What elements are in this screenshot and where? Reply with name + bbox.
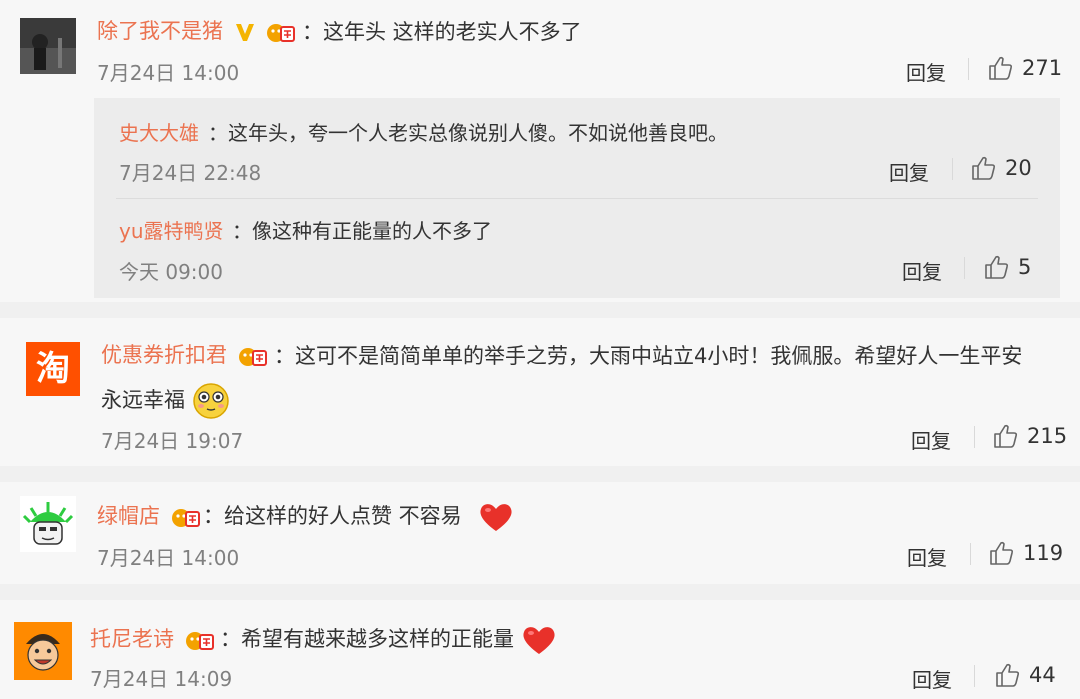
reply-button[interactable]: 回复 — [889, 157, 929, 186]
reply-time: 7月24日 22:48 — [119, 161, 262, 185]
like-count: 215 — [1027, 424, 1068, 448]
thumbs-up-icon — [985, 255, 1009, 279]
like-count: 20 — [1005, 156, 1032, 180]
username[interactable]: 除了我不是猪 — [97, 15, 296, 45]
reply-username[interactable]: 史大大雄 — [119, 117, 199, 146]
reply-divider — [116, 198, 1038, 199]
comment-text: ：希望有越来越多这样的正能量 — [220, 623, 557, 656]
member-badge-icon — [185, 632, 214, 650]
avatar[interactable]: 淘 — [26, 342, 80, 396]
comment-text: ：给这样的好人点赞 不容易 — [203, 500, 514, 533]
reply-button[interactable]: 回复 — [907, 542, 947, 571]
reply-text: ：像这种有正能量的人不多了 — [232, 219, 492, 243]
username[interactable]: 绿帽店 — [97, 500, 201, 530]
like-button[interactable]: 119 — [989, 540, 1063, 566]
comment-text: ：这年头 这样的老实人不多了 — [302, 20, 582, 44]
member-badge-icon — [171, 509, 200, 527]
username[interactable]: 托尼老诗 — [90, 623, 215, 653]
comment-time: 7月24日 14:00 — [97, 546, 240, 570]
member-badge-icon — [267, 24, 296, 42]
thumbs-up-icon — [989, 56, 1013, 80]
like-button[interactable]: 215 — [993, 423, 1067, 449]
comment-card: 除了我不是猪 ：这年头 这样的老实人不多了 7月24日 14:00 回复 271… — [0, 0, 1080, 302]
heart-emoji-icon — [480, 504, 512, 531]
comment-card: 绿帽店 ：给这样的好人点赞 不容易 7月24日 14:00 回复 119 — [0, 482, 1080, 584]
avatar[interactable] — [20, 496, 76, 552]
like-count: 119 — [1023, 541, 1064, 565]
like-count: 44 — [1029, 663, 1056, 687]
divider — [970, 543, 971, 565]
divider — [974, 665, 975, 687]
comment-text: ：这可不是简简单单的举手之劳，大雨中站立4小时！我佩服。希望好人一生平安 — [274, 344, 1023, 368]
member-badge-icon — [238, 348, 267, 366]
comment-card: 淘 优惠券折扣君 ：这可不是简简单单的举手之劳，大雨中站立4小时！我佩服。希望好… — [0, 318, 1080, 466]
shy-face-emoji-icon — [192, 383, 229, 419]
avatar[interactable] — [20, 18, 76, 74]
vip-v-icon — [235, 24, 254, 41]
reply-button[interactable]: 回复 — [906, 57, 946, 86]
like-count: 5 — [1018, 255, 1032, 279]
divider — [952, 158, 953, 180]
like-button[interactable]: 20 — [971, 155, 1032, 181]
comment-time: 7月24日 14:09 — [90, 667, 233, 691]
reply-button[interactable]: 回复 — [912, 664, 952, 693]
thumbs-up-icon — [972, 156, 996, 180]
thumbs-up-icon — [996, 663, 1020, 687]
avatar[interactable] — [14, 622, 72, 680]
divider — [968, 58, 969, 80]
thumbs-up-icon — [994, 424, 1018, 448]
thumbs-up-icon — [990, 541, 1014, 565]
comment-text-line2: 永远幸福 — [101, 382, 230, 420]
reply-time: 今天 09:00 — [119, 260, 223, 284]
reply-username[interactable]: yu露特鸭贤 — [119, 215, 224, 244]
taobao-logo: 淘 — [36, 349, 70, 389]
divider — [964, 257, 965, 279]
like-button[interactable]: 271 — [988, 55, 1062, 81]
comment-card: 托尼老诗 ：希望有越来越多这样的正能量 7月24日 14:09 回复 44 — [0, 600, 1080, 699]
like-count: 271 — [1022, 56, 1063, 80]
like-button[interactable]: 44 — [995, 662, 1056, 688]
heart-emoji-icon — [523, 627, 555, 654]
reply-text: ：这年头，夸一个人老实总像说别人傻。不如说他善良吧。 — [208, 121, 728, 145]
like-button[interactable]: 5 — [984, 254, 1031, 280]
comment-time: 7月24日 19:07 — [101, 429, 244, 453]
comment-time: 7月24日 14:00 — [97, 61, 240, 85]
reply-button[interactable]: 回复 — [911, 425, 951, 454]
username[interactable]: 优惠券折扣君 — [101, 339, 268, 369]
reply-button[interactable]: 回复 — [902, 256, 942, 285]
divider — [974, 426, 975, 448]
